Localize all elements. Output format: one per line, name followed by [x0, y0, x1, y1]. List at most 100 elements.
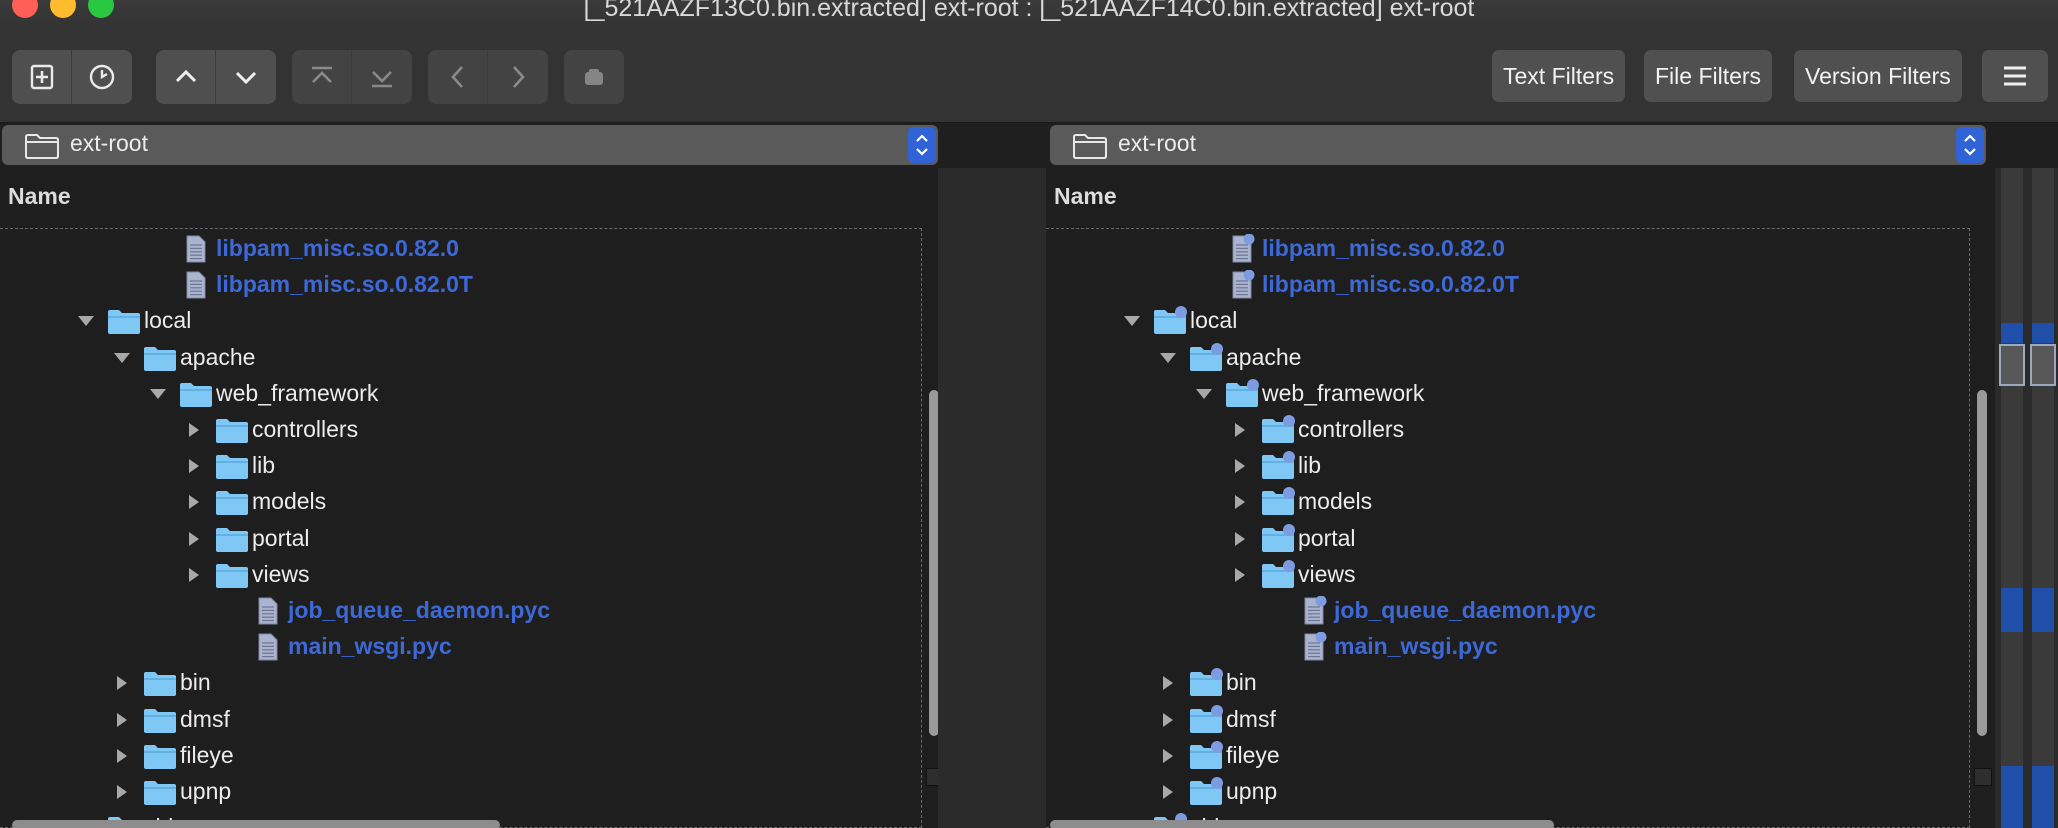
forward-button[interactable]: [488, 50, 548, 104]
overview-right-column: [2032, 168, 2054, 828]
folder-icon: [1190, 740, 1223, 769]
next-difference-button[interactable]: [216, 50, 276, 104]
left-folder-pane[interactable]: Name libpam_misc.so.0.82.0 libpam_misc.so…: [0, 168, 938, 828]
right-vertical-scrollbar[interactable]: [1977, 390, 1987, 736]
disclosure-collapsed-icon[interactable]: [1230, 458, 1250, 474]
folder-row[interactable]: local: [0, 303, 921, 339]
history-button[interactable]: [72, 50, 132, 104]
last-difference-button[interactable]: [352, 50, 412, 104]
file-row[interactable]: libpam_misc.so.0.82.0: [0, 231, 921, 267]
disclosure-collapsed-icon[interactable]: [112, 712, 132, 728]
disclosure-collapsed-icon[interactable]: [112, 675, 132, 691]
right-tree-item-label: controllers: [1298, 416, 1405, 442]
left-path-selector[interactable]: ext-root: [2, 125, 938, 165]
new-compare-button[interactable]: [12, 50, 72, 104]
folder-row[interactable]: upnp: [0, 774, 921, 810]
left-horizontal-scrollbar[interactable]: [12, 820, 500, 828]
folder-row[interactable]: bin: [0, 665, 921, 701]
archive-button[interactable]: [564, 50, 624, 104]
disclosure-collapsed-icon[interactable]: [112, 748, 132, 764]
folder-row[interactable]: web_framework: [1046, 376, 1969, 412]
right-path-stepper[interactable]: [1956, 127, 1984, 163]
file-row[interactable]: job_queue_daemon.pyc: [1046, 593, 1969, 629]
file-row[interactable]: libpam_misc.so.0.82.0T: [1046, 267, 1969, 303]
folder-row[interactable]: models: [1046, 484, 1969, 520]
right-path-selector[interactable]: ext-root: [1050, 125, 1986, 165]
disclosure-expanded-icon[interactable]: [112, 350, 132, 366]
left-tree-item-label: upnp: [180, 778, 232, 804]
file-row[interactable]: main_wsgi.pyc: [0, 629, 921, 665]
folder-row[interactable]: views: [0, 557, 921, 593]
folder-row[interactable]: dmsf: [0, 702, 921, 738]
folder-row[interactable]: lib: [0, 448, 921, 484]
overview-viewport-frame[interactable]: [1999, 344, 2025, 386]
menu-button[interactable]: [1982, 50, 2048, 102]
folder-row[interactable]: lib: [1046, 448, 1969, 484]
disclosure-expanded-icon[interactable]: [1122, 313, 1142, 329]
disclosure-expanded-icon[interactable]: [76, 313, 96, 329]
folder-row[interactable]: controllers: [0, 412, 921, 448]
left-tree-item-label: dmsf: [180, 705, 230, 732]
disclosure-collapsed-icon[interactable]: [1230, 494, 1250, 510]
left-vertical-scrollbar[interactable]: [929, 390, 938, 736]
right-folder-pane[interactable]: Name libpam_misc.so.0.82.0 libpam_misc.so…: [1046, 168, 1995, 828]
left-tree[interactable]: libpam_misc.so.0.82.0 libpam_misc.so.0.82…: [0, 228, 922, 828]
clock-icon: [89, 64, 115, 90]
disclosure-collapsed-icon[interactable]: [1158, 784, 1178, 800]
folder-row[interactable]: web_framework: [0, 376, 921, 412]
disclosure-collapsed-icon[interactable]: [112, 784, 132, 800]
folder-row[interactable]: local: [1046, 303, 1969, 339]
right-name-column-header[interactable]: Name: [1046, 168, 1995, 226]
folder-row[interactable]: portal: [0, 521, 921, 557]
disclosure-collapsed-icon[interactable]: [184, 422, 204, 438]
file-row[interactable]: job_queue_daemon.pyc: [0, 593, 921, 629]
folder-icon: [1073, 134, 1107, 159]
disclosure-collapsed-icon[interactable]: [1230, 567, 1250, 583]
difference-overview[interactable]: [1995, 168, 2058, 828]
disclosure-collapsed-icon[interactable]: [1158, 675, 1178, 691]
folder-row[interactable]: fileye: [0, 738, 921, 774]
disclosure-collapsed-icon[interactable]: [184, 494, 204, 510]
file-row[interactable]: libpam_misc.so.0.82.0T: [0, 267, 921, 303]
pane-splitter[interactable]: [938, 168, 1046, 828]
disclosure-collapsed-icon[interactable]: [184, 531, 204, 547]
disclosure-collapsed-icon[interactable]: [1230, 422, 1250, 438]
disclosure-collapsed-icon[interactable]: [1158, 712, 1178, 728]
folder-row[interactable]: fileye: [1046, 738, 1969, 774]
folder-icon: [216, 419, 248, 443]
left-name-column-header[interactable]: Name: [0, 168, 938, 226]
document-icon: [186, 235, 206, 263]
disclosure-collapsed-icon[interactable]: [184, 567, 204, 583]
version-filters-button[interactable]: Version Filters: [1794, 50, 1962, 102]
folder-row[interactable]: bin: [1046, 665, 1969, 701]
text-filters-button[interactable]: Text Filters: [1492, 50, 1626, 102]
folder-row[interactable]: dmsf: [1046, 702, 1969, 738]
previous-difference-button[interactable]: [156, 50, 216, 104]
file-filters-button[interactable]: File Filters: [1644, 50, 1773, 102]
overview-viewport-frame[interactable]: [2030, 344, 2056, 386]
file-row[interactable]: libpam_misc.so.0.82.0: [1046, 231, 1969, 267]
right-tree[interactable]: libpam_misc.so.0.82.0 libpam_misc.so.0.82…: [1046, 228, 1970, 828]
folder-row[interactable]: apache: [0, 340, 921, 376]
archive-group: [564, 50, 624, 104]
file-row[interactable]: main_wsgi.pyc: [1046, 629, 1969, 665]
folder-row[interactable]: controllers: [1046, 412, 1969, 448]
left-path-stepper[interactable]: [908, 127, 936, 163]
disclosure-collapsed-icon[interactable]: [1158, 748, 1178, 764]
first-difference-button[interactable]: [292, 50, 352, 104]
disclosure-collapsed-icon[interactable]: [1230, 531, 1250, 547]
back-button[interactable]: [428, 50, 488, 104]
folder-row[interactable]: portal: [1046, 521, 1969, 557]
difference-marker: [2032, 766, 2054, 828]
disclosure-expanded-icon[interactable]: [148, 386, 168, 402]
folder-row[interactable]: views: [1046, 557, 1969, 593]
folder-row[interactable]: upnp: [1046, 774, 1969, 810]
right-horizontal-scrollbar[interactable]: [1050, 820, 1554, 828]
disclosure-expanded-icon[interactable]: [1158, 350, 1178, 366]
disclosure-collapsed-icon[interactable]: [184, 458, 204, 474]
folder-row[interactable]: apache: [1046, 340, 1969, 376]
folder-icon: [180, 382, 212, 407]
folder-row[interactable]: models: [0, 484, 921, 520]
disclosure-expanded-icon[interactable]: [1194, 386, 1214, 402]
folder-icon: [1262, 415, 1295, 443]
